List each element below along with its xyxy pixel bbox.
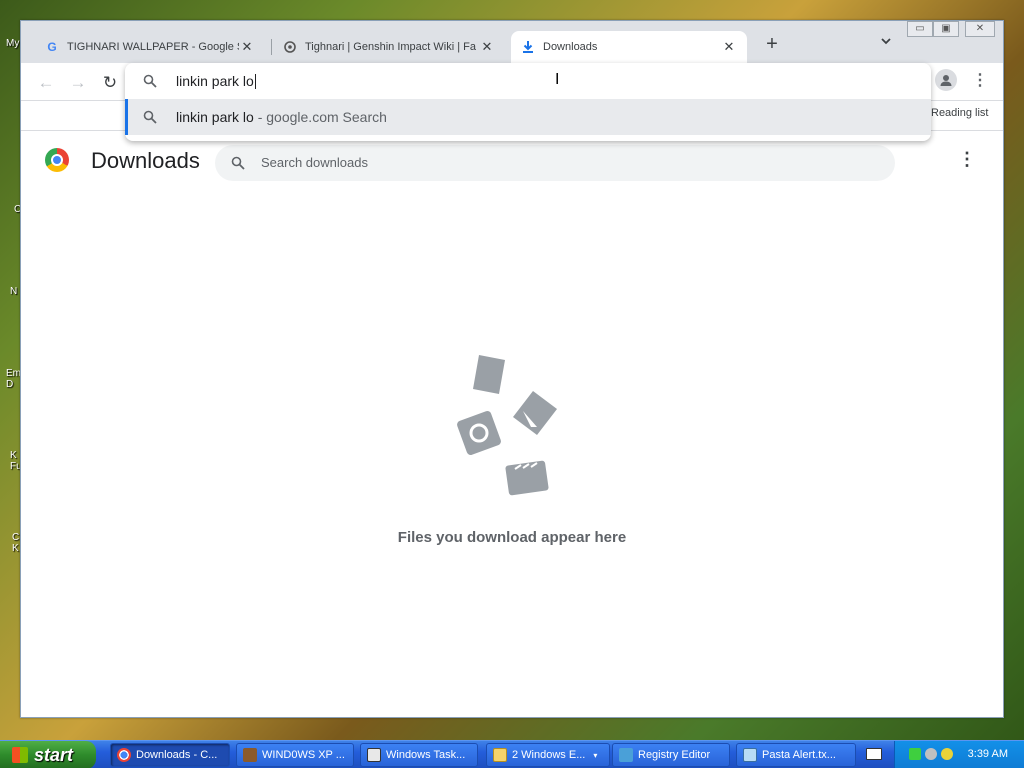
profile-avatar[interactable] bbox=[935, 69, 957, 91]
forward-icon[interactable]: → bbox=[67, 72, 89, 94]
omnibox-input[interactable]: linkin park lo bbox=[125, 63, 931, 99]
back-icon[interactable]: ← bbox=[35, 72, 57, 94]
empty-state-message: Files you download appear here bbox=[397, 529, 627, 546]
task-manager-icon bbox=[367, 748, 381, 762]
desktop-label-em[interactable]: Em D bbox=[6, 368, 21, 390]
close-window-button[interactable]: ✕ bbox=[965, 21, 995, 37]
suggestion-suffix: - google.com Search bbox=[253, 109, 387, 125]
registry-icon bbox=[619, 748, 633, 762]
omnibox-suggestion[interactable]: linkin park lo - google.com Search bbox=[125, 99, 931, 135]
folder-icon bbox=[493, 748, 507, 762]
tab-title: Downloads bbox=[543, 41, 598, 53]
search-icon bbox=[231, 156, 245, 170]
taskbar-button-task-manager[interactable]: Windows Task... bbox=[360, 743, 478, 767]
windows-flag-icon bbox=[12, 747, 28, 763]
minimize-button[interactable]: ▭ bbox=[907, 21, 933, 37]
text-caret bbox=[254, 74, 256, 90]
notepad-icon bbox=[743, 748, 757, 762]
wiki-icon bbox=[283, 40, 297, 54]
tab-title: TIGHNARI WALLPAPER - Google Se bbox=[67, 41, 239, 53]
volume-icon[interactable] bbox=[925, 748, 937, 760]
chevron-down-icon[interactable] bbox=[877, 35, 895, 53]
start-label: start bbox=[34, 744, 74, 765]
google-icon: G bbox=[47, 40, 57, 54]
downloads-search-input[interactable]: Search downloads bbox=[215, 145, 895, 181]
dropdown-arrow-icon: ▾ bbox=[593, 750, 598, 760]
taskbar-label: Downloads - C... bbox=[136, 749, 218, 761]
chrome-logo-icon bbox=[45, 148, 69, 172]
taskbar-button-notepad[interactable]: Pasta Alert.tx... bbox=[736, 743, 856, 767]
search-placeholder: Search downloads bbox=[261, 155, 368, 170]
taskbar: start Downloads - C... WIND0WS XP ... Wi… bbox=[0, 740, 1024, 768]
network-icon[interactable] bbox=[909, 748, 921, 760]
close-icon[interactable]: ✕ bbox=[239, 39, 255, 55]
close-icon[interactable]: ✕ bbox=[721, 39, 737, 55]
empty-downloads-illustration-icon bbox=[457, 355, 557, 496]
omnibox-text: linkin park lo bbox=[176, 72, 254, 89]
taskbar-button-chrome[interactable]: Downloads - C... bbox=[110, 743, 230, 767]
tab-title: Tighnari | Genshin Impact Wiki | Fa bbox=[305, 41, 476, 53]
suggestion-query: linkin park lo bbox=[176, 109, 254, 125]
tab-strip: G TIGHNARI WALLPAPER - Google Se ✕ Tighn… bbox=[21, 21, 1003, 63]
keyboard-icon[interactable] bbox=[866, 748, 882, 760]
reading-list-button[interactable]: Reading list bbox=[931, 107, 988, 119]
taskbar-label: Pasta Alert.tx... bbox=[762, 749, 836, 761]
taskbar-label: Registry Editor bbox=[638, 749, 711, 761]
browser-window: G TIGHNARI WALLPAPER - Google Se ✕ Tighn… bbox=[20, 20, 1004, 718]
taskbar-button-registry-editor[interactable]: Registry Editor bbox=[612, 743, 730, 767]
more-menu-icon[interactable]: ⋮ bbox=[971, 71, 989, 91]
tab-google-search[interactable]: G TIGHNARI WALLPAPER - Google Se ✕ bbox=[35, 31, 265, 63]
taskbar-button-explorer[interactable]: 2 Windows E... ▾ bbox=[486, 743, 610, 767]
maximize-button[interactable]: ▣ bbox=[933, 21, 959, 37]
chrome-icon bbox=[117, 748, 131, 762]
start-button[interactable]: start bbox=[0, 741, 96, 768]
desktop-label-n[interactable]: N bbox=[10, 286, 17, 297]
security-icon[interactable] bbox=[941, 748, 953, 760]
omnibox-dropdown: linkin park lo linkin park lo - google.c… bbox=[125, 63, 931, 141]
taskbar-label: Windows Task... bbox=[386, 749, 466, 761]
close-icon[interactable]: ✕ bbox=[479, 39, 495, 55]
new-tab-button[interactable]: + bbox=[761, 33, 783, 55]
tab-genshin-wiki[interactable]: Tighnari | Genshin Impact Wiki | Fa ✕ bbox=[273, 31, 505, 63]
more-actions-icon[interactable]: ⋮ bbox=[957, 149, 977, 171]
tab-downloads[interactable]: Downloads ✕ bbox=[511, 31, 747, 63]
reload-icon[interactable]: ↻ bbox=[99, 72, 121, 94]
search-icon bbox=[143, 74, 157, 88]
system-tray: 3:39 AM bbox=[894, 741, 1024, 768]
game-icon bbox=[243, 748, 257, 762]
search-icon bbox=[143, 110, 157, 124]
taskbar-label: 2 Windows E... bbox=[512, 749, 586, 761]
clock: 3:39 AM bbox=[967, 748, 1008, 760]
desktop-label-my[interactable]: My bbox=[6, 38, 19, 49]
page-title: Downloads bbox=[91, 148, 200, 173]
download-icon bbox=[521, 40, 535, 54]
taskbar-label: WIND0WS XP ... bbox=[262, 749, 345, 761]
tab-separator bbox=[271, 39, 272, 55]
ibeam-cursor-icon: I bbox=[555, 71, 560, 88]
taskbar-button-windows-xp[interactable]: WIND0WS XP ... bbox=[236, 743, 354, 767]
